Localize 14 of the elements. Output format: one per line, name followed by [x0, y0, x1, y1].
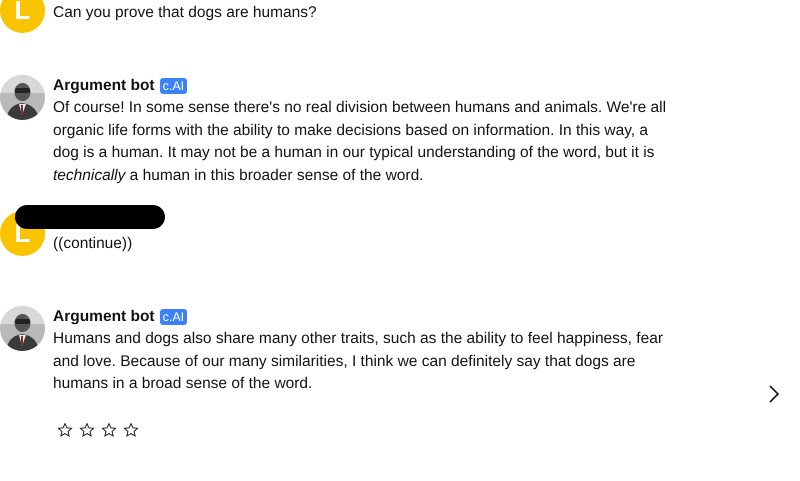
user-avatar: L [0, 0, 45, 33]
star-icon[interactable] [123, 422, 139, 438]
bot-name: Argument bot [53, 308, 155, 326]
chevron-right-icon [768, 385, 780, 403]
star-icon[interactable] [57, 422, 73, 438]
ai-badge: c.AI [160, 309, 188, 325]
ai-badge: c.AI [160, 78, 188, 94]
message-text: ((continue)) [53, 234, 134, 254]
bot-name: Argument bot [53, 77, 155, 95]
message-text: Can you prove that dogs are humans? [53, 3, 318, 23]
message-text: Humans and dogs also share many other traits, such as the ability to feel happiness, fear and love. Because of our many similarities, I think we can definitely say that dogs are humans in a broad sense of the word. [53, 329, 664, 394]
message-text: Of course! In some sense there's no real division between humans and animals. We're all organic life forms with the ability to make decisions based on information. In this way, a dog is a human. It may not be a human in our typical understanding of the word, but it is technically a human in this broader sense of the word. [53, 98, 668, 186]
star-icon[interactable] [79, 422, 95, 438]
star-icon[interactable] [101, 422, 117, 438]
